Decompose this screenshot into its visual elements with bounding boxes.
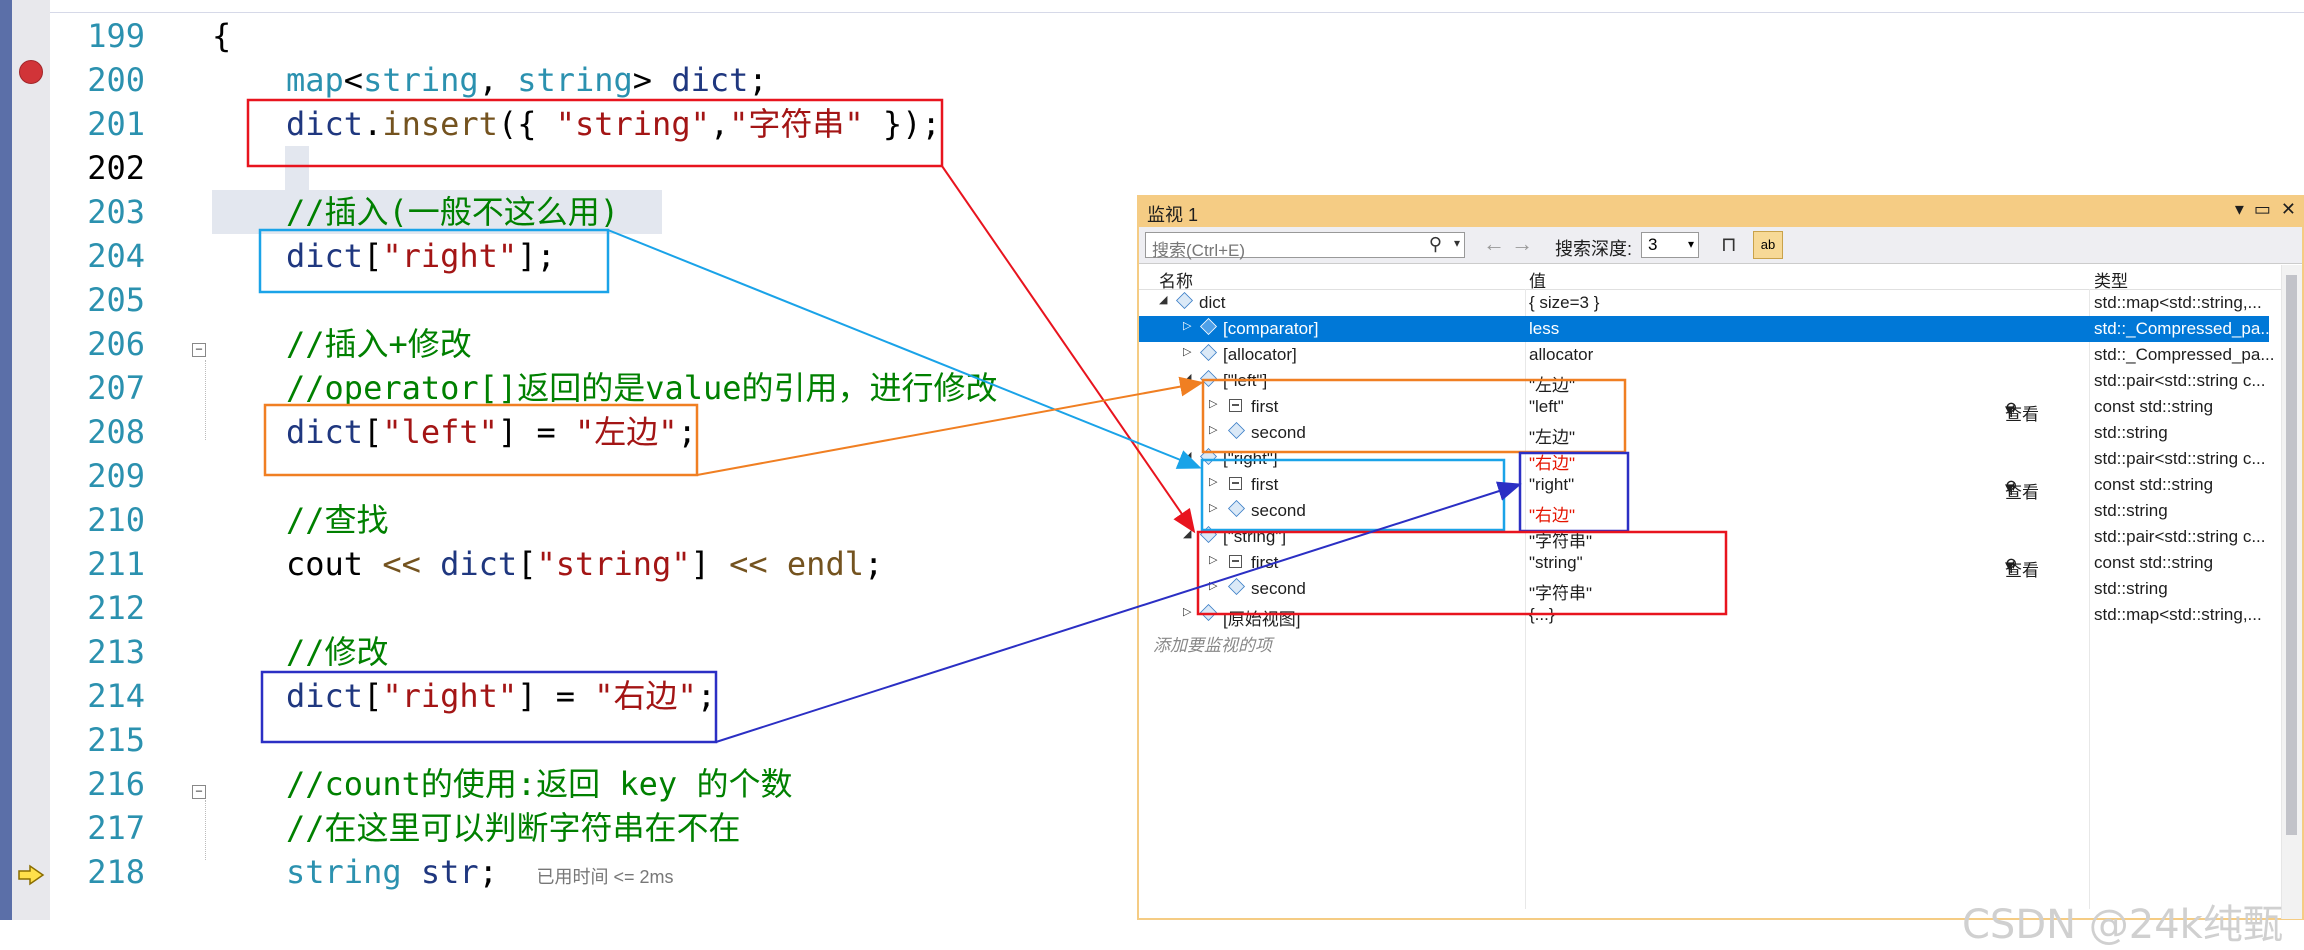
annotation-box-watch-right-value	[1518, 451, 1630, 533]
annotation-box-modify	[260, 670, 718, 744]
watermark: CSDN @24k纯甄	[1962, 902, 2283, 948]
annotation-box-watch-left	[1201, 378, 1627, 454]
annotation-box-watch-string	[1196, 530, 1728, 616]
annotation-box-right	[258, 228, 610, 294]
annotation-box-left	[263, 403, 699, 477]
annotation-box-insert	[246, 98, 944, 168]
annotation-arrow-red	[941, 165, 1196, 534]
annotation-box-watch-right	[1200, 458, 1506, 532]
screenshot-stage: 199 200 201 202 203 204 205 206 207 208 …	[0, 0, 2304, 950]
annotation-overlay	[246, 98, 1728, 744]
